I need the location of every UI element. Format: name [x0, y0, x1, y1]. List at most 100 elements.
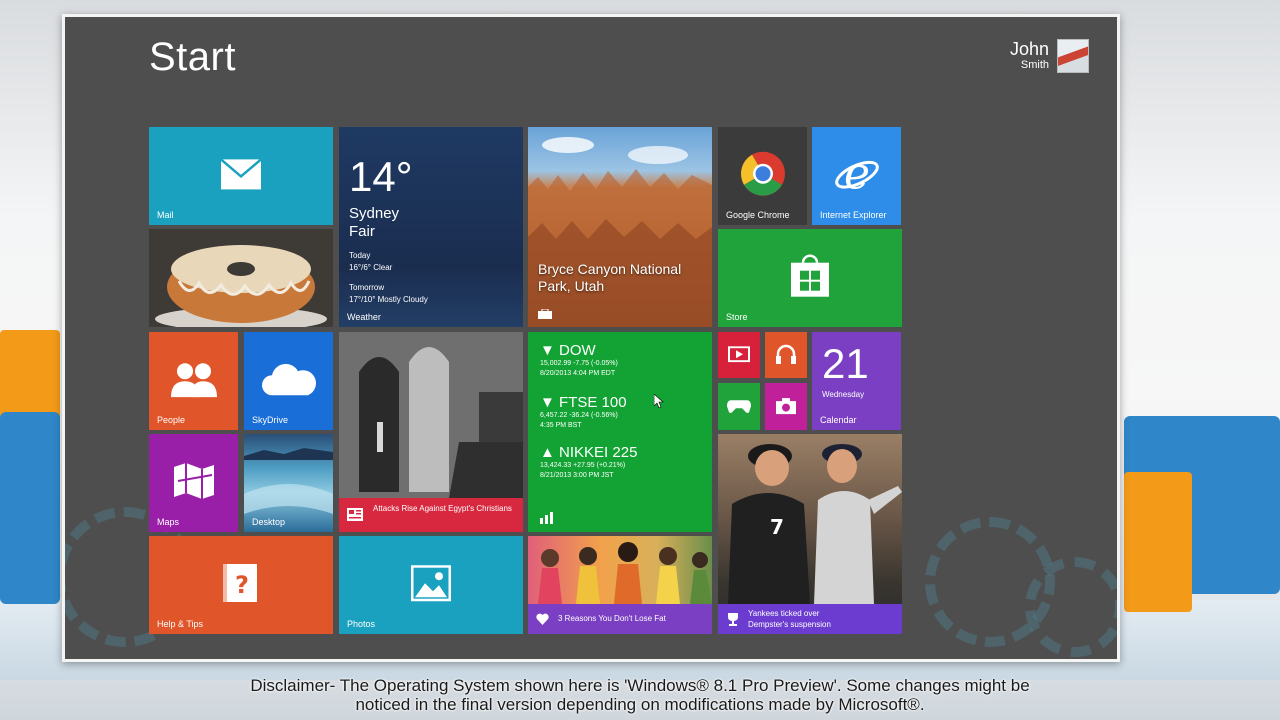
tile-calendar[interactable]: 21 Wednesday Calendar [812, 332, 901, 430]
nikkei-value: 13,424.33 +27.95 (+0.21%) [540, 462, 626, 469]
bundt-cake-image [149, 229, 333, 327]
news-headline-bar: Attacks Rise Against Egypt's Christians [339, 498, 523, 532]
user-account[interactable]: John Smith [1009, 39, 1089, 73]
user-first-name: John [1009, 39, 1049, 59]
newspaper-icon [347, 508, 363, 521]
tile-finance[interactable]: ▼ DOW 15,002.99 -7.75 (-0.05%) 8/20/2013… [528, 332, 712, 532]
tile-people[interactable]: People [149, 332, 238, 430]
tile-travel[interactable]: Bryce Canyon National Park, Utah [528, 127, 712, 327]
tile-desktop-label: Desktop [252, 517, 286, 527]
camera-icon [776, 397, 796, 414]
finance-nikkei: ▲ NIKKEI 225 13,424.33 +27.95 (+0.21%) 8… [540, 444, 637, 481]
tile-health-fitness[interactable]: 3 Reasons You Don't Lose Fat [528, 536, 712, 634]
tile-google-chrome[interactable]: Google Chrome [718, 127, 807, 225]
nikkei-name: NIKKEI 225 [559, 444, 638, 461]
health-headline: 3 Reasons You Don't Lose Fat [558, 614, 666, 623]
weather-today-label: Today [349, 251, 371, 260]
tile-photos-label: Photos [347, 619, 376, 629]
tile-store[interactable]: Store [718, 229, 902, 327]
tile-desktop[interactable]: Desktop [244, 434, 333, 532]
mail-icon [220, 158, 262, 190]
chrome-icon [740, 151, 785, 196]
tile-chrome-label: Google Chrome [726, 210, 790, 220]
video-icon [728, 346, 750, 363]
tile-help-label: Help & Tips [157, 619, 204, 629]
tile-mail-label: Mail [157, 210, 174, 220]
trophy-icon [728, 613, 738, 626]
svg-text:e: e [843, 151, 869, 197]
baseball-photo-image: 7 [728, 444, 902, 604]
calendar-day: 21 [822, 340, 869, 387]
orange-chair-right [1124, 472, 1192, 612]
nikkei-time: 8/21/2013 3:00 PM JST [540, 472, 614, 479]
people-icon [170, 363, 217, 398]
dow-time: 8/20/2013 4:04 PM EDT [540, 370, 616, 377]
disclaimer-caption: Disclaimer- The Operating System shown h… [0, 676, 1280, 714]
tile-travel-caption: Bryce Canyon National Park, Utah [538, 261, 682, 294]
weather-condition: Fair [349, 223, 375, 240]
tile-internet-explorer[interactable]: e Internet Explorer [812, 127, 901, 225]
tile-food-drink[interactable] [149, 229, 333, 327]
gear-decoration [1025, 557, 1117, 657]
tile-help-tips[interactable]: ? Help & Tips [149, 536, 333, 634]
finance-ftse: ▼ FTSE 100 6,457.22 -36.24 (-0.56%) 4:35… [540, 394, 627, 431]
up-arrow-icon: ▲ [540, 444, 555, 461]
cloud-icon [261, 363, 316, 396]
help-icon: ? [223, 564, 257, 602]
news-photo-image [339, 332, 523, 498]
tile-video[interactable] [718, 332, 760, 378]
down-arrow-icon: ▼ [540, 342, 555, 359]
tile-maps[interactable]: Maps [149, 434, 238, 532]
start-title: Start [149, 35, 236, 79]
map-icon [173, 463, 214, 499]
headphones-icon [776, 344, 796, 364]
blue-sofa-left [0, 412, 60, 604]
tile-news[interactable]: Attacks Rise Against Egypt's Christians [339, 332, 523, 532]
weather-today-forecast: 16°/6° Clear [349, 263, 393, 272]
user-last-name: Smith [1020, 59, 1049, 71]
ftse-time: 4:35 PM BST [540, 422, 582, 429]
orange-chair-left [0, 330, 60, 420]
moon-icon [475, 151, 505, 227]
ftse-name: FTSE 100 [559, 394, 627, 411]
store-icon [791, 254, 829, 297]
tile-music[interactable] [765, 332, 807, 378]
tile-store-label: Store [726, 312, 748, 322]
calendar-weekday: Wednesday [822, 390, 865, 399]
start-screen: Start John Smith Mail 14° Sydney Fair To [62, 14, 1120, 662]
finance-dow: ▼ DOW 15,002.99 -7.75 (-0.05%) 8/20/2013… [540, 342, 618, 379]
weather-city: Sydney [349, 205, 400, 222]
tile-camera[interactable] [765, 383, 807, 430]
disclaimer-line-1: Disclaimer- The Operating System shown h… [250, 676, 1030, 695]
ftse-value: 6,457.22 -36.24 (-0.56%) [540, 412, 618, 419]
ie-icon: e [834, 151, 879, 197]
tile-skydrive[interactable]: SkyDrive [244, 332, 333, 430]
svg-text:?: ? [235, 571, 249, 599]
dow-name: DOW [559, 342, 596, 359]
tile-photos[interactable]: Photos [339, 536, 523, 634]
disclaimer-line-2: noticed in the final version depending o… [355, 695, 925, 714]
tile-maps-label: Maps [157, 517, 180, 527]
mouse-cursor-icon [654, 394, 664, 408]
tile-ie-label: Internet Explorer [820, 210, 887, 220]
svg-text:7: 7 [770, 515, 784, 539]
avatar [1057, 39, 1089, 73]
photos-icon [411, 565, 451, 602]
health-headline-bar: 3 Reasons You Don't Lose Fat [528, 604, 712, 634]
tile-people-label: People [157, 415, 186, 425]
fitness-photo-image [538, 542, 712, 604]
tile-calendar-label: Calendar [820, 415, 857, 425]
tile-sport[interactable]: 7 Yankees ticked over Dempster's suspens… [718, 434, 902, 634]
sport-headline: Yankees ticked over Dempster's suspensio… [748, 609, 831, 629]
heart-icon [536, 613, 549, 625]
tile-games[interactable] [718, 383, 760, 430]
dow-value: 15,002.99 -7.75 (-0.05%) [540, 360, 618, 367]
tile-skydrive-label: SkyDrive [252, 415, 289, 425]
game-controller-icon [727, 399, 751, 413]
weather-tomorrow-forecast: 17°/10° Mostly Cloudy [349, 295, 428, 304]
tile-mail[interactable]: Mail [149, 127, 333, 225]
suitcase-icon [538, 309, 552, 319]
tile-weather[interactable]: 14° Sydney Fair Today 16°/6° Clear Tomor… [339, 127, 523, 327]
sport-headline-bar: Yankees ticked over Dempster's suspensio… [718, 604, 902, 634]
weather-temperature: 14° [349, 153, 413, 200]
